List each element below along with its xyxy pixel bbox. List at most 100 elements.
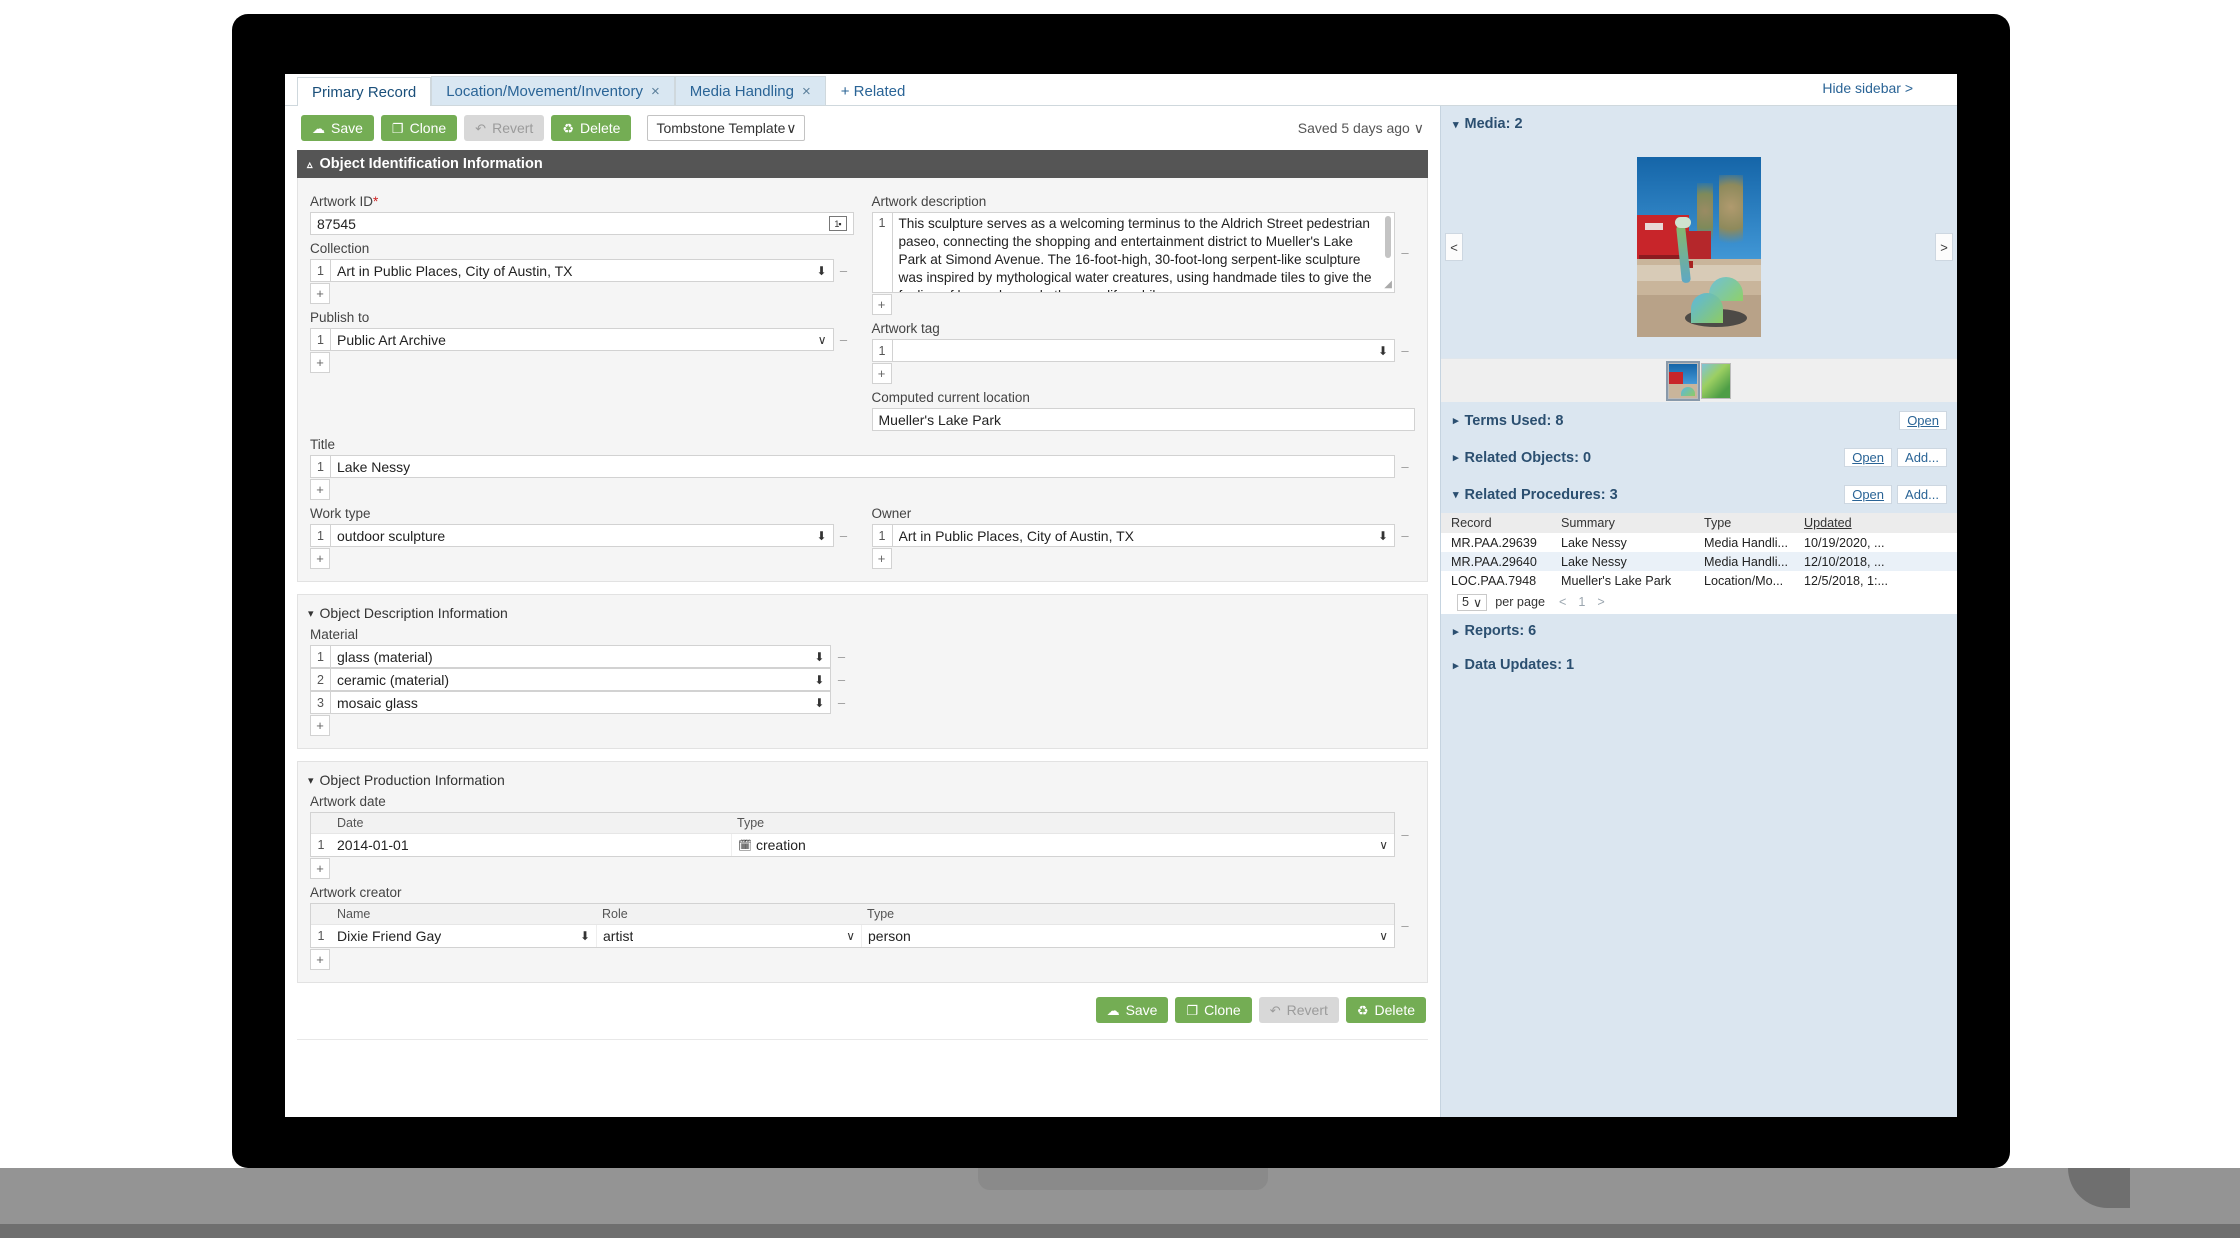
clone-button-bottom[interactable]: ❐ Clone	[1175, 997, 1252, 1023]
related-objects-add-button[interactable]: Add...	[1897, 448, 1947, 467]
chevron-down-icon[interactable]: ∨	[1373, 929, 1388, 943]
chevron-down-icon[interactable]: ∨	[840, 929, 855, 943]
table-row[interactable]: LOC.PAA.7948 Mueller's Lake Park Locatio…	[1441, 571, 1957, 590]
material-input[interactable]: mosaic glass ⬇	[330, 691, 832, 714]
add-row-button[interactable]: +	[310, 548, 330, 569]
remove-row-button[interactable]: –	[831, 645, 852, 668]
table-row[interactable]: MR.PAA.29639 Lake Nessy Media Handli... …	[1441, 533, 1957, 552]
chevron-down-icon[interactable]: ∨	[1373, 838, 1388, 852]
caret-up-icon: ▵	[307, 158, 313, 171]
remove-row-button[interactable]: –	[831, 668, 852, 691]
add-row-button[interactable]: +	[310, 858, 330, 879]
arrow-down-icon[interactable]: ⬇	[1372, 344, 1388, 358]
arrow-down-icon[interactable]: ⬇	[1372, 529, 1388, 543]
add-row-button[interactable]: +	[310, 949, 330, 970]
arrow-down-icon[interactable]: ⬇	[810, 529, 826, 543]
collection-input[interactable]: Art in Public Places, City of Austin, TX…	[330, 259, 834, 282]
prev-page-button[interactable]: <	[1559, 595, 1566, 609]
remove-row-button[interactable]: –	[833, 524, 854, 547]
media-thumbnail[interactable]	[1700, 362, 1731, 399]
owner-input[interactable]: Art in Public Places, City of Austin, TX…	[891, 524, 1395, 547]
delete-button[interactable]: ♻ Delete	[551, 115, 632, 141]
sidebar-section-reports[interactable]: ▸ Reports: 6	[1441, 614, 1957, 648]
terms-used-open-button[interactable]: Open	[1899, 411, 1947, 430]
title-input[interactable]: Lake Nessy	[330, 455, 1395, 478]
sidebar-section-related-objects[interactable]: ▸ Related Objects: 0 Open Add...	[1441, 439, 1957, 476]
row-number: 1	[317, 929, 325, 943]
date-input[interactable]: 2014-01-01	[331, 834, 731, 856]
add-row-button[interactable]: +	[310, 479, 330, 500]
remove-row-button[interactable]: –	[1395, 212, 1415, 293]
media-section-header[interactable]: ▾ Media: 2	[1441, 106, 1957, 136]
section-header-identification[interactable]: ▵ Object Identification Information	[297, 150, 1428, 178]
section-header-description[interactable]: ▾ Object Description Information	[298, 595, 1427, 627]
remove-row-button[interactable]: –	[1395, 455, 1415, 478]
clone-button[interactable]: ❐ Clone	[380, 115, 458, 141]
remove-row-button[interactable]: –	[1395, 524, 1415, 547]
save-button-bottom[interactable]: ☁ Save	[1095, 997, 1169, 1023]
arrow-down-icon[interactable]: ⬇	[810, 264, 826, 278]
sequence-number-icon[interactable]: 1▪	[828, 216, 847, 231]
column-header-updated[interactable]: Updated	[1804, 516, 1944, 530]
publish-to-select[interactable]: Public Art Archive ∨	[330, 328, 834, 351]
arrow-down-icon[interactable]: ⬇	[574, 929, 590, 943]
creator-role-select[interactable]: artist ∨	[596, 925, 861, 947]
next-page-button[interactable]: >	[1597, 595, 1604, 609]
media-thumbnail[interactable]	[1665, 360, 1700, 401]
remove-row-button[interactable]: –	[1395, 812, 1415, 857]
resize-grip-icon[interactable]: ◢	[1384, 278, 1392, 291]
add-row-button[interactable]: +	[310, 715, 330, 736]
arrow-down-icon[interactable]: ⬇	[808, 696, 824, 710]
media-prev-button[interactable]: <	[1445, 233, 1463, 261]
textarea-scrollbar[interactable]	[1385, 216, 1391, 258]
material-input[interactable]: ceramic (material) ⬇	[330, 668, 832, 691]
media-next-button[interactable]: >	[1935, 233, 1953, 261]
close-icon[interactable]: ×	[802, 83, 811, 100]
artwork-tag-input[interactable]: ⬇	[891, 339, 1395, 362]
creator-name-input[interactable]: Dixie Friend Gay ⬇	[331, 925, 596, 947]
arrow-down-icon[interactable]: ⬇	[808, 650, 824, 664]
delete-button-bottom[interactable]: ♻ Delete	[1345, 997, 1426, 1023]
artwork-description-textarea[interactable]: This sculpture serves as a welcoming ter…	[891, 212, 1395, 293]
table-row[interactable]: MR.PAA.29640 Lake Nessy Media Handli... …	[1441, 552, 1957, 571]
tab-location-movement-inventory[interactable]: Location/Movement/Inventory ×	[431, 76, 675, 105]
tab-media-handling[interactable]: Media Handling ×	[674, 76, 826, 105]
date-type-select[interactable]: 🗓 creation ∨	[731, 834, 1394, 856]
add-row-button[interactable]: +	[871, 294, 892, 315]
chevron-down-icon[interactable]: ∨	[812, 333, 827, 347]
row-number: 3	[310, 691, 330, 714]
remove-row-button[interactable]: –	[831, 691, 852, 714]
save-button[interactable]: ☁ Save	[301, 115, 374, 141]
arrow-down-icon[interactable]: ⬇	[808, 673, 824, 687]
creator-type-select[interactable]: person ∨	[861, 925, 1394, 947]
tab-add-related[interactable]: + Related	[826, 76, 921, 105]
remove-row-button[interactable]: –	[1395, 903, 1415, 948]
revert-button[interactable]: ↶ Revert	[464, 115, 545, 141]
hide-sidebar-button[interactable]: Hide sidebar >	[1822, 80, 1913, 96]
add-row-button[interactable]: +	[310, 352, 330, 373]
sidebar-section-data-updates[interactable]: ▸ Data Updates: 1	[1441, 648, 1957, 682]
artwork-id-input[interactable]: 87545 1▪	[310, 212, 854, 235]
add-row-button[interactable]: +	[310, 283, 330, 304]
sidebar-section-terms-used[interactable]: ▸ Terms Used: 8 Open	[1441, 402, 1957, 439]
tab-primary-record[interactable]: Primary Record	[297, 77, 432, 106]
sidebar-section-related-procedures[interactable]: ▾ Related Procedures: 3 Open Add...	[1441, 476, 1957, 513]
work-type-input[interactable]: outdoor sculpture ⬇	[330, 524, 834, 547]
saved-status[interactable]: Saved 5 days ago ∨	[1298, 120, 1424, 137]
close-icon[interactable]: ×	[651, 83, 660, 100]
remove-row-button[interactable]: –	[833, 328, 854, 351]
revert-button-bottom[interactable]: ↶ Revert	[1258, 997, 1339, 1023]
related-objects-open-button[interactable]: Open	[1844, 448, 1893, 467]
material-input[interactable]: glass (material) ⬇	[330, 645, 832, 668]
related-procedures-add-button[interactable]: Add...	[1897, 485, 1947, 504]
media-image[interactable]	[1637, 157, 1761, 337]
remove-row-button[interactable]: –	[1395, 339, 1415, 362]
template-select[interactable]: Tombstone Template ∨	[647, 115, 806, 141]
add-row-button[interactable]: +	[871, 548, 892, 569]
related-procedures-open-button[interactable]: Open	[1844, 485, 1893, 504]
add-row-button[interactable]: +	[871, 363, 892, 384]
remove-row-button[interactable]: –	[833, 259, 854, 282]
related-objects-label: Related Objects: 0	[1464, 449, 1592, 466]
section-header-production[interactable]: ▾ Object Production Information	[298, 762, 1427, 794]
per-page-select[interactable]: 5 ∨	[1457, 593, 1488, 611]
